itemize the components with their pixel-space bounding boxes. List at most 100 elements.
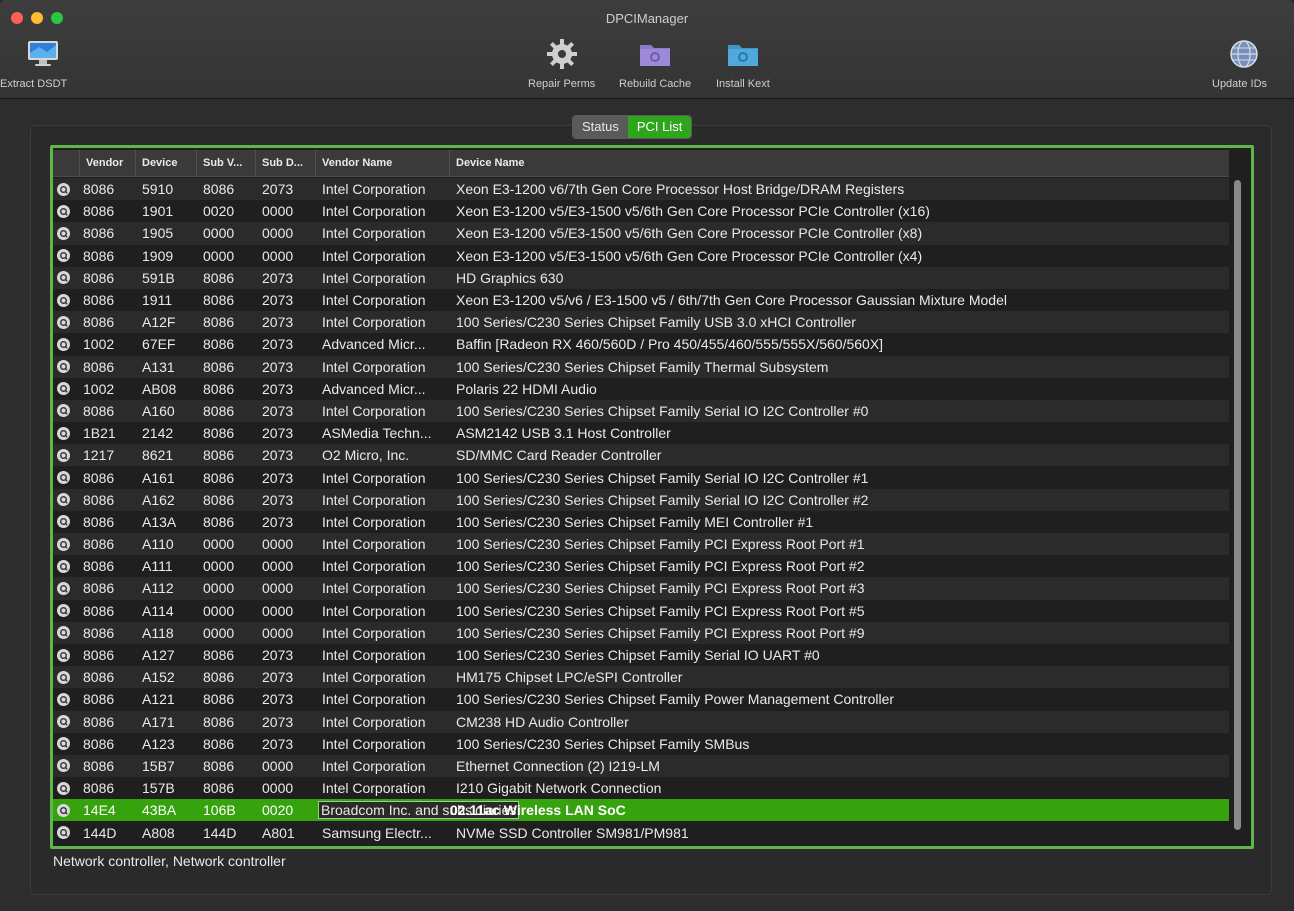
info-icon[interactable] bbox=[57, 226, 70, 240]
table-row[interactable]: 1002 67EF 8086 2073 Advanced Micr... Baffin [… bbox=[53, 333, 1229, 356]
table-row[interactable]: 8086 A13A 8086 2073 Intel Corporation 100 Ser… bbox=[53, 510, 1229, 533]
table-row[interactable]: 1002 AB08 8086 2073 Advanced Micr... Polaris … bbox=[53, 377, 1229, 400]
info-icon[interactable] bbox=[57, 803, 70, 817]
table-row[interactable]: 8086 A114 0000 0000 Intel Corporation 100 Ser… bbox=[53, 599, 1229, 622]
info-icon[interactable] bbox=[57, 692, 70, 706]
table-row[interactable]: 8086 A118 0000 0000 Intel Corporation 100 Ser… bbox=[53, 621, 1229, 644]
row-icon-cell[interactable] bbox=[53, 204, 80, 218]
install-kext-button[interactable]: Install Kext bbox=[716, 38, 770, 90]
column-header-device[interactable]: Device bbox=[136, 150, 197, 176]
row-icon-cell[interactable] bbox=[53, 448, 80, 462]
info-icon[interactable] bbox=[57, 826, 70, 840]
row-icon-cell[interactable] bbox=[53, 759, 80, 773]
info-icon[interactable] bbox=[57, 670, 70, 684]
row-icon-cell[interactable] bbox=[53, 182, 80, 196]
info-icon[interactable] bbox=[57, 537, 70, 551]
info-icon[interactable] bbox=[57, 581, 70, 595]
info-icon[interactable] bbox=[57, 426, 70, 440]
table-row[interactable]: 8086 A160 8086 2073 Intel Corporation 100 Ser… bbox=[53, 399, 1229, 423]
table-row[interactable]: 8086 A171 8086 2073 Intel Corporation CM238 H… bbox=[53, 710, 1229, 733]
info-icon[interactable] bbox=[57, 781, 70, 795]
row-icon-cell[interactable] bbox=[53, 803, 80, 817]
info-icon[interactable] bbox=[57, 604, 70, 618]
table-row[interactable]: 8086 A12F 8086 2073 Intel Corporation 100 Ser… bbox=[53, 311, 1229, 334]
info-icon[interactable] bbox=[57, 448, 70, 462]
table-row[interactable]: 8086 A127 8086 2073 Intel Corporation 100 Ser… bbox=[53, 643, 1229, 667]
update-ids-button[interactable]: Update IDs bbox=[1212, 38, 1267, 90]
info-icon[interactable] bbox=[57, 204, 70, 218]
table-row[interactable]: 1B21 2142 8086 2073 ASMedia Techn... ASM2142 … bbox=[53, 422, 1229, 445]
table-row[interactable]: 14E4 43BA 106B 0020 Broadcom Inc. and subsid… bbox=[53, 799, 1229, 822]
row-icon-cell[interactable] bbox=[53, 271, 80, 285]
table-row[interactable]: 8086 A152 8086 2073 Intel Corporation HM175 C… bbox=[53, 666, 1229, 689]
repair-perms-button[interactable]: Repair Perms bbox=[528, 38, 595, 90]
row-icon-cell[interactable] bbox=[53, 581, 80, 595]
info-icon[interactable] bbox=[57, 293, 70, 307]
table-row[interactable]: 8086 5910 8086 2073 Intel Corporation Xeon E3… bbox=[53, 178, 1229, 201]
column-header-device-name[interactable]: Device Name bbox=[450, 150, 1229, 176]
info-icon[interactable] bbox=[57, 759, 70, 773]
info-icon[interactable] bbox=[57, 337, 70, 351]
info-icon[interactable] bbox=[57, 626, 70, 640]
row-icon-cell[interactable] bbox=[53, 604, 80, 618]
column-header-sub-device[interactable]: Sub D... bbox=[256, 150, 316, 176]
vertical-scrollbar[interactable] bbox=[1234, 180, 1241, 830]
row-icon-cell[interactable] bbox=[53, 249, 80, 263]
row-icon-cell[interactable] bbox=[53, 337, 80, 351]
row-icon-cell[interactable] bbox=[53, 670, 80, 684]
info-icon[interactable] bbox=[57, 715, 70, 729]
table-row[interactable]: 8086 591B 8086 2073 Intel Corporation HD Grap… bbox=[53, 266, 1229, 289]
table-row[interactable]: 144D A808 144D A801 Samsung Electr... NVMe SS… bbox=[53, 821, 1229, 844]
info-icon[interactable] bbox=[57, 648, 70, 662]
table-row[interactable]: 8086 15B7 8086 0000 Intel Corporation Etherne… bbox=[53, 754, 1229, 778]
rebuild-cache-button[interactable]: Rebuild Cache bbox=[619, 38, 691, 90]
tab-pci-list[interactable]: PCI List bbox=[627, 116, 692, 138]
info-icon[interactable] bbox=[57, 471, 70, 485]
table-row[interactable]: 8086 A110 0000 0000 Intel Corporation 100 Ser… bbox=[53, 533, 1229, 556]
row-icon-cell[interactable] bbox=[53, 293, 80, 307]
info-icon[interactable] bbox=[57, 382, 70, 396]
column-header-sub-vendor[interactable]: Sub V... bbox=[197, 150, 256, 176]
extract-dsdt-button[interactable]: Extract DSDT bbox=[0, 38, 67, 90]
table-row[interactable]: 8086 A111 0000 0000 Intel Corporation 100 Ser… bbox=[53, 555, 1229, 578]
table-row[interactable]: 8086 A131 8086 2073 Intel Corporation 100 Ser… bbox=[53, 355, 1229, 378]
info-icon[interactable] bbox=[57, 249, 70, 263]
table-row[interactable]: 8086 A123 8086 2073 Intel Corporation 100 Ser… bbox=[53, 732, 1229, 755]
table-row[interactable]: 8086 A121 8086 2073 Intel Corporation 100 Ser… bbox=[53, 688, 1229, 711]
row-icon-cell[interactable] bbox=[53, 692, 80, 706]
row-icon-cell[interactable] bbox=[53, 493, 80, 507]
info-icon[interactable] bbox=[57, 271, 70, 285]
row-icon-cell[interactable] bbox=[53, 648, 80, 662]
row-icon-cell[interactable] bbox=[53, 426, 80, 440]
row-icon-cell[interactable] bbox=[53, 382, 80, 396]
table-row[interactable]: 8086 1901 0020 0000 Intel Corporation Xeon E3… bbox=[53, 200, 1229, 223]
info-icon[interactable] bbox=[57, 182, 70, 196]
table-row[interactable]: 8086 1909 0000 0000 Intel Corporation Xeon E3… bbox=[53, 244, 1229, 267]
row-icon-cell[interactable] bbox=[53, 315, 80, 329]
row-icon-cell[interactable] bbox=[53, 515, 80, 529]
table-row[interactable]: 1217 8621 8086 2073 O2 Micro, Inc. SD/MMC Car… bbox=[53, 444, 1229, 467]
table-row[interactable]: 8086 1905 0000 0000 Intel Corporation Xeon E3… bbox=[53, 222, 1229, 245]
tab-status[interactable]: Status bbox=[573, 116, 628, 138]
row-icon-cell[interactable] bbox=[53, 404, 80, 418]
table-row[interactable]: 8086 157B 8086 0000 Intel Corporation I210 Gi… bbox=[53, 777, 1229, 800]
info-icon[interactable] bbox=[57, 737, 70, 751]
row-icon-cell[interactable] bbox=[53, 226, 80, 240]
row-icon-cell[interactable] bbox=[53, 715, 80, 729]
info-icon[interactable] bbox=[57, 404, 70, 418]
info-icon[interactable] bbox=[57, 315, 70, 329]
info-icon[interactable] bbox=[57, 360, 70, 374]
column-header-vendor-name[interactable]: Vendor Name bbox=[316, 150, 450, 176]
info-icon[interactable] bbox=[57, 493, 70, 507]
row-icon-cell[interactable] bbox=[53, 737, 80, 751]
row-icon-cell[interactable] bbox=[53, 826, 80, 840]
info-icon[interactable] bbox=[57, 515, 70, 529]
table-row[interactable]: 8086 A162 8086 2073 Intel Corporation 100 Ser… bbox=[53, 488, 1229, 511]
row-icon-cell[interactable] bbox=[53, 626, 80, 640]
row-icon-cell[interactable] bbox=[53, 559, 80, 573]
table-row[interactable]: 8086 A161 8086 2073 Intel Corporation 100 Ser… bbox=[53, 466, 1229, 489]
row-icon-cell[interactable] bbox=[53, 360, 80, 374]
row-icon-cell[interactable] bbox=[53, 471, 80, 485]
info-icon[interactable] bbox=[57, 559, 70, 573]
column-header-vendor[interactable]: Vendor bbox=[80, 150, 136, 176]
